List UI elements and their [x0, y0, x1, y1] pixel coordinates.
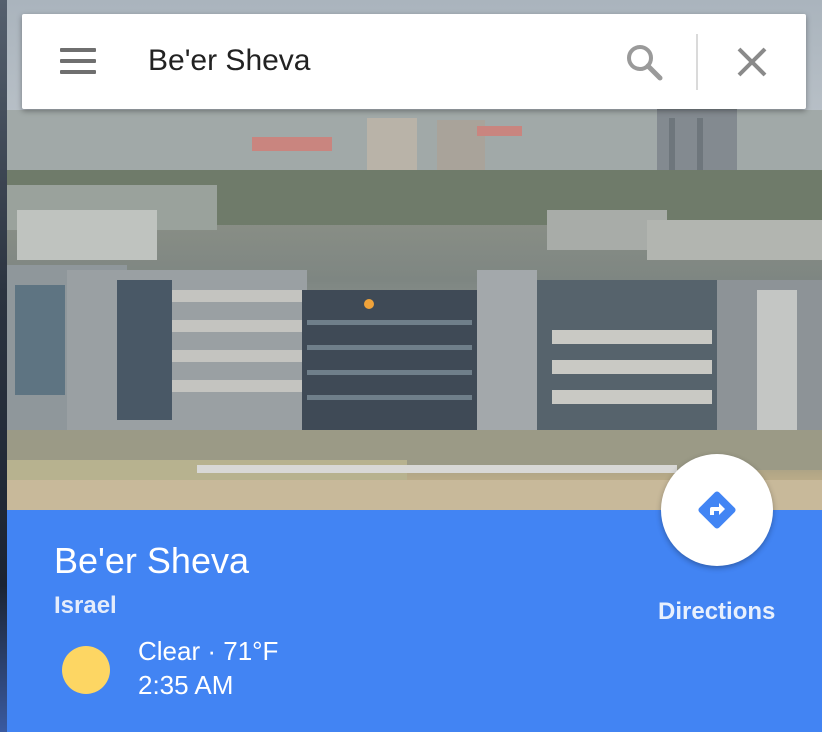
place-name: Be'er Sheva [54, 540, 249, 581]
search-icon[interactable] [622, 40, 666, 84]
search-box [22, 14, 806, 109]
app-frame: Be'er Sheva Israel Clear · 71°F 2:35 AM … [0, 0, 822, 732]
sun-icon [62, 646, 110, 694]
directions-button[interactable] [661, 454, 773, 566]
search-input[interactable] [148, 36, 608, 86]
hamburger-menu-icon[interactable] [54, 44, 98, 80]
menu-line [60, 59, 96, 63]
menu-line [60, 48, 96, 52]
local-time: 2:35 AM [138, 670, 234, 700]
menu-line [60, 70, 96, 74]
search-divider [696, 34, 698, 90]
close-icon[interactable] [730, 40, 774, 84]
weather-summary: Clear · 71°F [138, 636, 279, 666]
place-country: Israel [54, 592, 117, 619]
directions-icon [698, 491, 736, 529]
window-edge [0, 0, 7, 732]
directions-label[interactable]: Directions [658, 598, 775, 626]
